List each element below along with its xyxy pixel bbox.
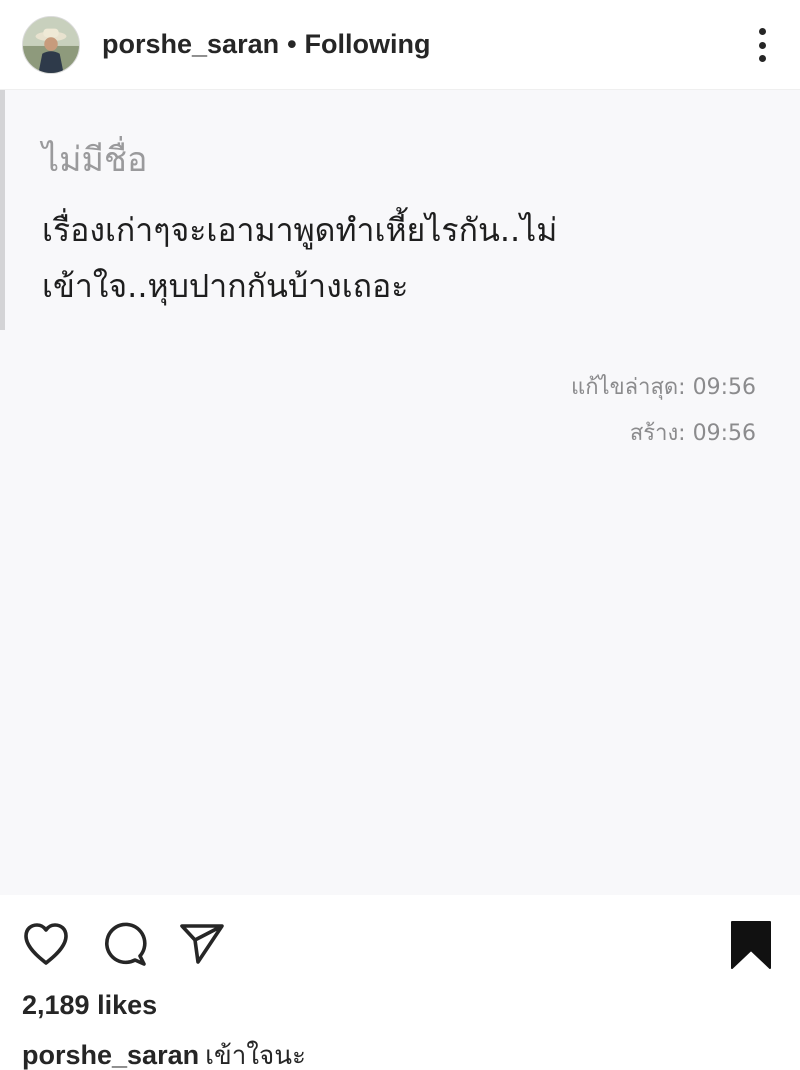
send-icon[interactable] xyxy=(176,918,228,970)
note-image[interactable]: ไม่มีชื่อ เรื่องเก่าๆจะเอามาพูดทำเหี้ยไร… xyxy=(0,90,800,895)
note-created-time: สร้าง: 09:56 xyxy=(629,421,756,446)
note-title: ไม่มีชื่อ xyxy=(42,140,148,180)
more-dot xyxy=(758,55,766,62)
heart-icon[interactable] xyxy=(20,918,72,970)
caption-username[interactable]: porshe_saran xyxy=(22,1040,199,1070)
header-separator: • xyxy=(287,29,297,59)
note-meta: แก้ไขล่าสุด: 09:56 สร้าง: 09:56 xyxy=(571,365,756,457)
note-accent-bar xyxy=(0,90,5,330)
more-vertical-icon[interactable] xyxy=(752,22,772,68)
avatar[interactable] xyxy=(22,15,80,74)
comment-icon[interactable] xyxy=(98,918,150,970)
action-bar xyxy=(0,910,800,976)
bookmark-icon[interactable] xyxy=(728,918,774,970)
following-button[interactable]: Following xyxy=(305,29,431,60)
header-username[interactable]: porshe_saran xyxy=(102,29,279,60)
note-body: เรื่องเก่าๆจะเอามาพูดทำเหี้ยไรกัน..ไม่เข… xyxy=(42,211,558,305)
like-count[interactable]: 2,189 likes xyxy=(22,990,157,1021)
more-dot xyxy=(758,41,766,49)
note-edited-time: แก้ไขล่าสุด: 09:56 xyxy=(571,375,756,400)
post-caption: porshe_saran เข้าใจนะ xyxy=(22,1035,306,1070)
more-dot xyxy=(758,28,766,35)
caption-text: เข้าใจนะ xyxy=(205,1041,307,1070)
post-header: porshe_saran • Following xyxy=(0,0,800,90)
profile-avatar-icon xyxy=(23,16,79,73)
instagram-post: porshe_saran • Following ไม่มีชื่อ เรื่อ… xyxy=(0,0,800,1070)
